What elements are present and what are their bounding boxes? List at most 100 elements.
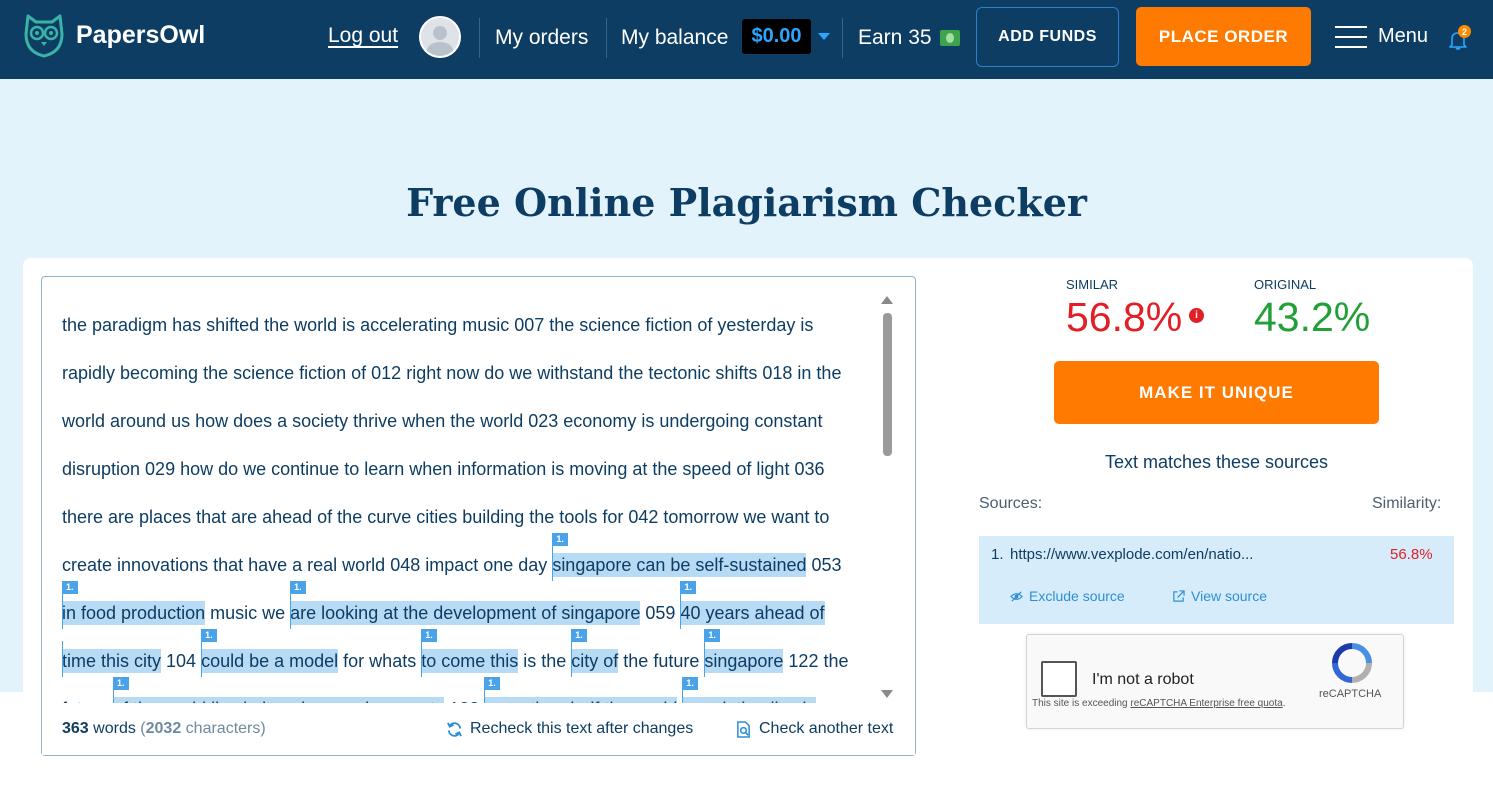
check-another-button[interactable]: Check another text	[735, 720, 893, 738]
highlight-marker-line	[571, 641, 573, 677]
external-link-icon	[1173, 589, 1185, 602]
original-percentage: 43.2%	[1254, 294, 1371, 340]
recaptcha-logo-icon	[1332, 643, 1372, 683]
add-funds-button[interactable]: ADD FUNDS	[976, 7, 1119, 67]
notification-badge: 2	[1458, 25, 1471, 38]
my-orders-link[interactable]: My orders	[495, 26, 588, 50]
text-segment: rapidly becoming the science fiction of …	[62, 363, 842, 383]
source-tag: 1.	[421, 629, 437, 642]
plagiarism-highlight[interactable]: time this city	[62, 641, 162, 677]
text-segment: 059	[640, 603, 681, 623]
brand-name: PapersOwl	[76, 20, 206, 49]
text-editor[interactable]: the paradigm has shifted the world is ac…	[41, 276, 916, 756]
highlight-marker-line	[682, 689, 684, 703]
recheck-label: Recheck this text after changes	[470, 720, 694, 737]
refresh-icon	[447, 721, 462, 737]
scroll-down-arrow-icon[interactable]	[881, 690, 893, 698]
text-line: disruption 029 how do we continue to lea…	[62, 445, 877, 493]
scroll-up-arrow-icon[interactable]	[881, 296, 893, 304]
chevron-down-icon[interactable]	[818, 33, 830, 40]
source-tag: 1.	[682, 677, 698, 690]
plagiarism-highlight[interactable]: in food production 1.	[62, 581, 206, 629]
text-line: time this city 104 could be a model 1. fo…	[62, 629, 877, 685]
text-segment: disruption 029 how do we continue to lea…	[62, 459, 825, 479]
top-navbar: PapersOwl Log out My orders My balance $…	[0, 0, 1493, 79]
text-line: rapidly becoming the science fiction of …	[62, 349, 877, 397]
plagiarism-highlight[interactable]: 40 years ahead of 1.	[680, 581, 825, 629]
divider	[606, 18, 607, 58]
source-tag: 1.	[704, 629, 720, 642]
plagiarism-highlight[interactable]: city of 1.	[571, 629, 619, 677]
check-another-label: Check another text	[759, 720, 894, 737]
make-it-unique-button[interactable]: MAKE IT UNIQUE	[1054, 361, 1379, 424]
text-segment: create innovations that have a real worl…	[62, 555, 553, 575]
char-count-value: 2032	[145, 720, 182, 737]
logout-link[interactable]: Log out	[328, 24, 398, 48]
divider	[479, 18, 480, 58]
text-segment: is the	[518, 651, 572, 671]
source-tag: 1.	[571, 629, 587, 642]
highlight-marker-line	[421, 641, 423, 677]
similar-label: SIMILAR	[1066, 277, 1119, 292]
place-order-button[interactable]: PLACE ORDER	[1136, 7, 1311, 66]
view-source-button[interactable]: View source	[1172, 588, 1267, 604]
recaptcha-note-suffix: .	[1282, 698, 1286, 709]
text-line: future of the world lies in its urban en…	[62, 677, 877, 703]
similarity-header: Similarity:	[1372, 495, 1442, 512]
brand-logo[interactable]: PapersOwl	[22, 12, 205, 58]
source-number: 1.	[991, 546, 1004, 563]
editor-text-content[interactable]: the paradigm has shifted the world is ac…	[62, 301, 877, 703]
plagiarism-highlight[interactable]: singapore 1.	[704, 629, 784, 677]
plagiarism-highlight[interactable]: could be a model 1.	[201, 629, 339, 677]
recaptcha-quota-link[interactable]: reCAPTCHA Enterprise free quota	[1130, 698, 1282, 709]
source-tag: 1.	[680, 581, 696, 594]
balance-value[interactable]: $0.00	[742, 19, 811, 54]
scrollbar-thumb[interactable]	[883, 313, 892, 456]
avatar[interactable]	[419, 16, 461, 58]
recaptcha-note: This site is exceeding reCAPTCHA Enterpr…	[1032, 697, 1285, 710]
source-tag: 1.	[484, 677, 500, 690]
page-title: Free Online Plagiarism Checker	[406, 180, 1087, 225]
recaptcha-label: I'm not a robot	[1092, 671, 1194, 688]
word-count-value: 363	[62, 720, 89, 737]
my-balance-label: My balance	[621, 26, 729, 49]
exclude-source-button[interactable]: Exclude source	[1010, 588, 1125, 604]
highlight-marker-line	[62, 593, 63, 629]
text-segment: music we	[205, 603, 291, 623]
recaptcha-brand: reCAPTCHA	[1319, 688, 1382, 700]
highlight-marker-line	[113, 689, 115, 703]
text-segment: for whats	[338, 651, 422, 671]
plagiarism-highlight[interactable]: singapore can be self-sustained 1.	[552, 533, 807, 581]
divider	[842, 18, 843, 58]
owl-logo-icon	[24, 14, 64, 58]
source-url-link[interactable]: https://www.vexplode.com/en/natio...	[1010, 546, 1253, 563]
exclude-source-label: Exclude source	[1029, 588, 1125, 604]
text-segment: the paradigm has shifted the world is ac…	[62, 315, 814, 335]
source-tag: 1.	[552, 533, 568, 546]
plagiarism-highlight[interactable]: are looking at the development of singap…	[290, 581, 641, 629]
recheck-button[interactable]: Recheck this text after changes	[446, 720, 693, 738]
text-segment: there are places that are ahead of the c…	[62, 507, 830, 527]
original-label: ORIGINAL	[1254, 277, 1317, 292]
chars-label: characters	[185, 720, 261, 737]
text-segment: 104	[161, 651, 202, 671]
hamburger-menu-icon[interactable]	[1335, 26, 1367, 48]
eye-off-icon	[1010, 590, 1023, 602]
user-silhouette-icon	[426, 26, 454, 56]
text-line: world around us how does a society thriv…	[62, 397, 877, 445]
text-line: in food production 1. music we are lookin…	[62, 581, 877, 637]
menu-button[interactable]: Menu	[1378, 25, 1428, 48]
highlight-marker-line	[484, 689, 486, 703]
source-tag: 1.	[201, 629, 217, 642]
recaptcha-checkbox[interactable]	[1041, 661, 1077, 697]
highlight-marker-line	[201, 641, 203, 677]
word-char-count: 363 words (2032 characters)	[62, 720, 266, 737]
plagiarism-highlight[interactable]: to come this 1.	[421, 629, 519, 677]
highlight-marker-line	[62, 641, 63, 677]
highlight-marker-line	[552, 545, 554, 581]
earn-link[interactable]: Earn 35	[858, 26, 932, 50]
info-icon[interactable]: i	[1189, 308, 1204, 323]
cash-icon	[940, 30, 960, 46]
source-tag: 1.	[113, 677, 129, 690]
text-segment: 053	[806, 555, 842, 575]
